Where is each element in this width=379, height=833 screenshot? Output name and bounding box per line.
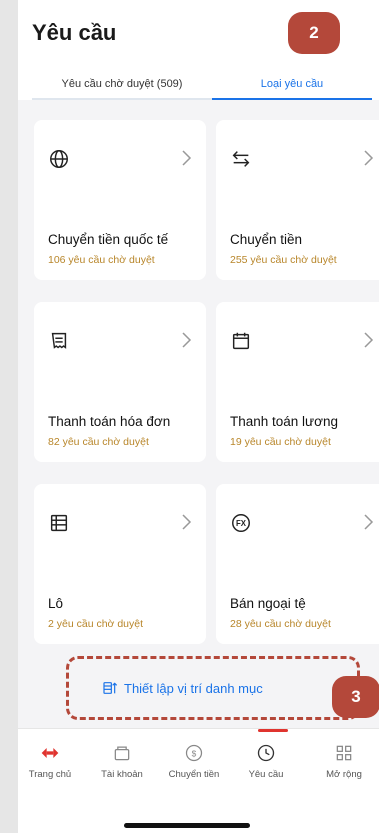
card-foreign-currency-sale[interactable]: FX Bán ngoại tệ 28 yêu cầu chờ duyệt: [216, 484, 379, 644]
transfer-arrows-icon: [232, 151, 250, 167]
svg-text:FX: FX: [236, 519, 247, 528]
chevron-right-icon: [182, 332, 192, 348]
card-title: Thanh toán hóa đơn: [48, 414, 171, 429]
card-pending-count: 28 yêu cầu chờ duyệt: [230, 618, 331, 630]
tab-bar: Yêu cầu chờ duyệt (509) Loại yêu cầu: [32, 70, 379, 100]
card-pending-count: 255 yêu cầu chờ duyệt: [230, 254, 337, 266]
nav-home[interactable]: Trang chủ: [18, 743, 86, 780]
chevron-right-icon: [364, 514, 374, 530]
home-logo-icon: [41, 748, 59, 758]
card-title: Lô: [48, 596, 64, 611]
nav-label: Mở rộng: [326, 769, 362, 780]
card-international-transfer[interactable]: Chuyển tiền quốc tế 106 yêu cầu chờ duyệ…: [34, 120, 206, 280]
app-screen: Yêu cầu 2 Yêu cầu chờ duyệt (509) Loại y…: [18, 0, 379, 833]
tab-request-types[interactable]: Loại yêu cầu: [212, 70, 372, 100]
card-title: Chuyển tiền: [230, 232, 303, 247]
tab-pending-requests[interactable]: Yêu cầu chờ duyệt (509): [32, 70, 212, 100]
home-indicator: [124, 823, 250, 828]
card-pending-count: 19 yêu cầu chờ duyệt: [230, 436, 331, 448]
bottom-navigation: Trang chủ Tài khoản $ Chuyển tiền Yêu cầ…: [18, 728, 379, 833]
card-title: Chuyển tiền quốc tế: [48, 232, 169, 247]
annotation-marker-2: 2: [288, 12, 340, 54]
card-bill-payment[interactable]: Thanh toán hóa đơn 82 yêu cầu chờ duyệt: [34, 302, 206, 462]
active-tab-indicator: [258, 729, 288, 732]
card-transfer[interactable]: Chuyển tiền 255 yêu cầu chờ duyệt: [216, 120, 379, 280]
nav-transfer[interactable]: $ Chuyển tiền: [158, 743, 230, 780]
nav-label: Chuyển tiền: [168, 769, 220, 780]
nav-more[interactable]: Mở rộng: [308, 743, 379, 780]
chevron-right-icon: [182, 514, 192, 530]
svg-text:$: $: [192, 748, 197, 758]
card-pending-count: 2 yêu cầu chờ duyệt: [48, 618, 144, 630]
card-pending-count: 82 yêu cầu chờ duyệt: [48, 436, 149, 448]
money-transfer-icon: $: [185, 744, 203, 762]
calendar-icon: [232, 332, 250, 350]
card-title: Thanh toán lương: [230, 414, 338, 429]
nav-label: Trang chủ: [28, 769, 72, 780]
nav-account[interactable]: Tài khoản: [86, 743, 158, 780]
receipt-icon: [51, 332, 67, 349]
card-batch[interactable]: Lô 2 yêu cầu chờ duyệt: [34, 484, 206, 644]
wallet-icon: [114, 746, 130, 761]
globe-icon: [50, 150, 68, 168]
device-frame-edge: [0, 0, 18, 833]
request-clock-icon: [257, 744, 275, 762]
chevron-right-icon: [364, 150, 374, 166]
chevron-right-icon: [364, 332, 374, 348]
nav-requests[interactable]: Yêu cầu: [230, 743, 302, 780]
card-payroll-payment[interactable]: Thanh toán lương 19 yêu cầu chờ duyệt: [216, 302, 379, 462]
nav-label: Yêu cầu: [248, 769, 284, 780]
header: Yêu cầu 2 Yêu cầu chờ duyệt (509) Loại y…: [18, 0, 379, 100]
annotation-marker-3: 3: [332, 676, 379, 718]
page-title: Yêu cầu: [32, 20, 117, 45]
category-position-setup-button[interactable]: Thiết lập vị trí danh mục: [102, 674, 263, 702]
nav-label: Tài khoản: [101, 769, 143, 780]
chevron-right-icon: [182, 150, 192, 166]
setup-label: Thiết lập vị trí danh mục: [124, 680, 263, 696]
grid-more-icon: [336, 745, 352, 761]
sort-order-icon: [103, 682, 118, 694]
fx-icon: FX: [232, 514, 250, 532]
table-list-icon: [50, 514, 68, 532]
card-pending-count: 106 yêu cầu chờ duyệt: [48, 254, 155, 266]
card-title: Bán ngoại tệ: [230, 596, 306, 611]
